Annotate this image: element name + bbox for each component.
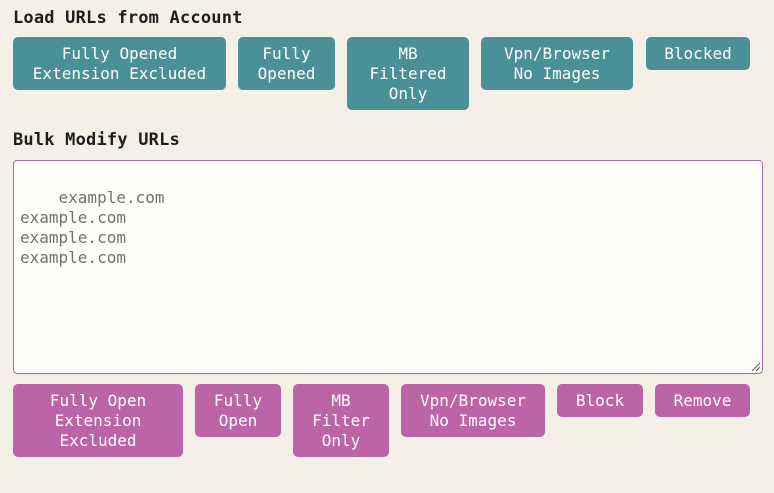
urls-textarea-content: example.com example.com example.com exam… bbox=[20, 188, 165, 267]
url-manager-panel: Load URLs from Account Fully Opened Exte… bbox=[0, 0, 773, 492]
vpn-browser-no-images-button[interactable]: Vpn/Browser No Images bbox=[401, 384, 545, 437]
load-blocked-button[interactable]: Blocked bbox=[646, 37, 750, 70]
load-fully-opened-button[interactable]: Fully Opened bbox=[238, 37, 335, 90]
fully-open-extension-excluded-button[interactable]: Fully Open Extension Excluded bbox=[13, 384, 183, 457]
load-mb-filtered-only-button[interactable]: MB Filtered Only bbox=[347, 37, 469, 110]
load-fully-opened-extension-excluded-button[interactable]: Fully Opened Extension Excluded bbox=[13, 37, 226, 90]
remove-button[interactable]: Remove bbox=[655, 384, 750, 417]
fully-open-button[interactable]: Fully Open bbox=[195, 384, 281, 437]
load-vpn-browser-no-images-button[interactable]: Vpn/Browser No Images bbox=[481, 37, 633, 90]
block-button[interactable]: Block bbox=[557, 384, 643, 417]
load-urls-heading: Load URLs from Account bbox=[13, 8, 243, 28]
bulk-modify-heading: Bulk Modify URLs bbox=[13, 130, 180, 150]
mb-filter-only-button[interactable]: MB Filter Only bbox=[293, 384, 389, 457]
urls-textarea[interactable]: example.com example.com example.com exam… bbox=[13, 160, 763, 374]
resize-grip-icon[interactable] bbox=[750, 361, 761, 372]
